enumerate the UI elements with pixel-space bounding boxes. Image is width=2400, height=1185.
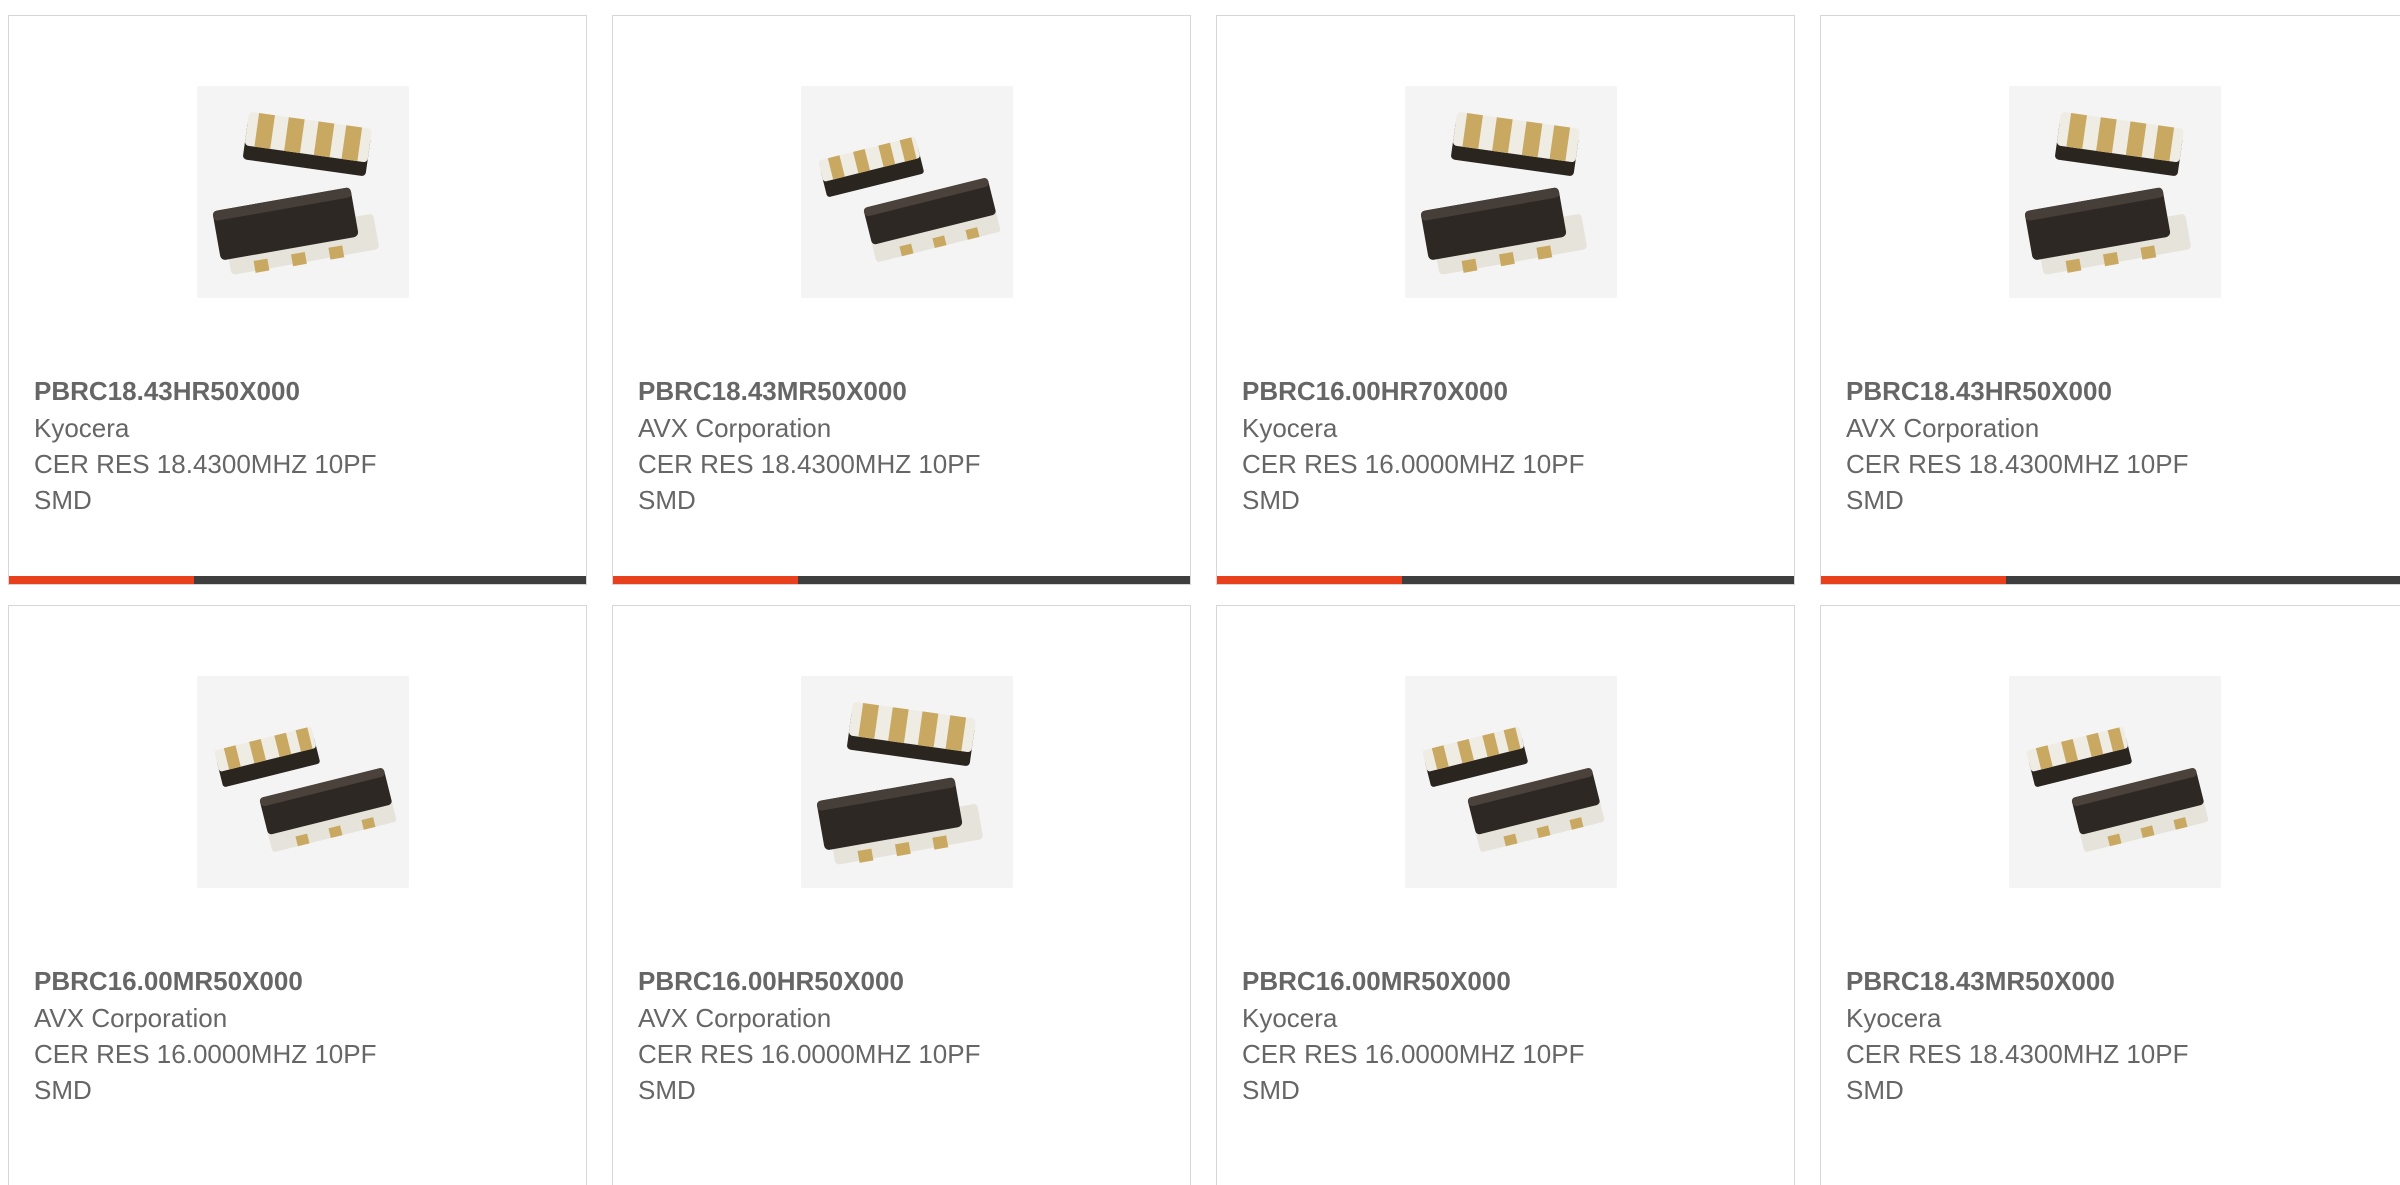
- product-description: CER RES 18.4300MHZ 10PF: [638, 449, 981, 479]
- part-number-link[interactable]: PBRC16.00MR50X000: [1242, 966, 1511, 997]
- progress-bar-fill: [9, 576, 194, 584]
- resonator-body-part: [259, 768, 397, 852]
- resonator-base-part: [847, 702, 976, 766]
- resonator-base-part: [243, 112, 372, 176]
- resonator-base-part: [214, 727, 320, 787]
- resonator-base-part: [1422, 727, 1528, 787]
- product-card[interactable]: PBRC18.43HR50X000 Kyocera CER RES 18.430…: [8, 15, 587, 585]
- manufacturer-name: Kyocera: [34, 413, 130, 443]
- product-description-cont: SMD: [1242, 485, 1300, 515]
- ceramic-resonator-image[interactable]: [801, 676, 1013, 888]
- resonator-body-part: [1420, 187, 1587, 275]
- resonator-base-part: [2026, 727, 2132, 787]
- product-description-cont: SMD: [34, 1075, 92, 1105]
- product-card[interactable]: PBRC18.43MR50X000 Kyocera CER RES 18.430…: [1820, 605, 2400, 1185]
- product-description: CER RES 16.0000MHZ 10PF: [1242, 1039, 1585, 1069]
- manufacturer-name: Kyocera: [1242, 1003, 1338, 1033]
- part-number-link[interactable]: PBRC18.43HR50X000: [34, 376, 300, 407]
- progress-bar-fill: [1821, 576, 2007, 584]
- manufacturer-name: AVX Corporation: [638, 413, 832, 443]
- product-description: CER RES 18.4300MHZ 10PF: [1846, 1039, 2189, 1069]
- progress-bar-fill: [1217, 576, 1402, 584]
- product-description-cont: SMD: [638, 1075, 696, 1105]
- resonator-body-part: [212, 187, 379, 275]
- part-number-link[interactable]: PBRC18.43HR50X000: [1846, 376, 2112, 407]
- resonator-base-part: [818, 137, 924, 197]
- product-description: CER RES 16.0000MHZ 10PF: [34, 1039, 377, 1069]
- resonator-base-part: [2055, 112, 2184, 176]
- product-card[interactable]: PBRC18.43HR50X000 AVX Corporation CER RE…: [1820, 15, 2400, 585]
- product-description-cont: SMD: [1242, 1075, 1300, 1105]
- part-number-link[interactable]: PBRC16.00MR50X000: [34, 966, 303, 997]
- progress-bar: [613, 576, 1190, 584]
- part-number-link[interactable]: PBRC18.43MR50X000: [1846, 966, 2115, 997]
- ceramic-resonator-image[interactable]: [197, 676, 409, 888]
- ceramic-resonator-image[interactable]: [1405, 676, 1617, 888]
- product-grid: PBRC18.43HR50X000 Kyocera CER RES 18.430…: [0, 0, 2400, 1185]
- product-description: CER RES 16.0000MHZ 10PF: [1242, 449, 1585, 479]
- product-card[interactable]: PBRC16.00HR70X000 Kyocera CER RES 16.000…: [1216, 15, 1795, 585]
- manufacturer-name: AVX Corporation: [1846, 413, 2040, 443]
- resonator-body-part: [816, 777, 983, 865]
- manufacturer-name: AVX Corporation: [34, 1003, 228, 1033]
- product-description: CER RES 16.0000MHZ 10PF: [638, 1039, 981, 1069]
- manufacturer-name: Kyocera: [1242, 413, 1338, 443]
- product-description-cont: SMD: [1846, 485, 1904, 515]
- product-description-cont: SMD: [34, 485, 92, 515]
- product-description: CER RES 18.4300MHZ 10PF: [34, 449, 377, 479]
- progress-bar: [1217, 576, 1794, 584]
- resonator-body-part: [1467, 768, 1605, 852]
- part-number-link[interactable]: PBRC16.00HR50X000: [638, 966, 904, 997]
- product-description: CER RES 18.4300MHZ 10PF: [1846, 449, 2189, 479]
- progress-bar: [1821, 576, 2400, 584]
- manufacturer-name: Kyocera: [1846, 1003, 1942, 1033]
- manufacturer-name: AVX Corporation: [638, 1003, 832, 1033]
- product-card[interactable]: PBRC16.00HR50X000 AVX Corporation CER RE…: [612, 605, 1191, 1185]
- part-number-link[interactable]: PBRC16.00HR70X000: [1242, 376, 1508, 407]
- product-description-cont: SMD: [1846, 1075, 1904, 1105]
- product-card[interactable]: PBRC18.43MR50X000 AVX Corporation CER RE…: [612, 15, 1191, 585]
- product-card[interactable]: PBRC16.00MR50X000 AVX Corporation CER RE…: [8, 605, 587, 1185]
- resonator-body-part: [2024, 187, 2191, 275]
- progress-bar: [9, 576, 586, 584]
- ceramic-resonator-image[interactable]: [2009, 86, 2221, 298]
- ceramic-resonator-image[interactable]: [197, 86, 409, 298]
- part-number-link[interactable]: PBRC18.43MR50X000: [638, 376, 907, 407]
- ceramic-resonator-image[interactable]: [1405, 86, 1617, 298]
- product-description-cont: SMD: [638, 485, 696, 515]
- resonator-base-part: [1451, 112, 1580, 176]
- progress-bar-fill: [613, 576, 798, 584]
- ceramic-resonator-image[interactable]: [801, 86, 1013, 298]
- resonator-body-part: [863, 178, 1001, 262]
- ceramic-resonator-image[interactable]: [2009, 676, 2221, 888]
- resonator-body-part: [2071, 768, 2209, 852]
- product-card[interactable]: PBRC16.00MR50X000 Kyocera CER RES 16.000…: [1216, 605, 1795, 1185]
